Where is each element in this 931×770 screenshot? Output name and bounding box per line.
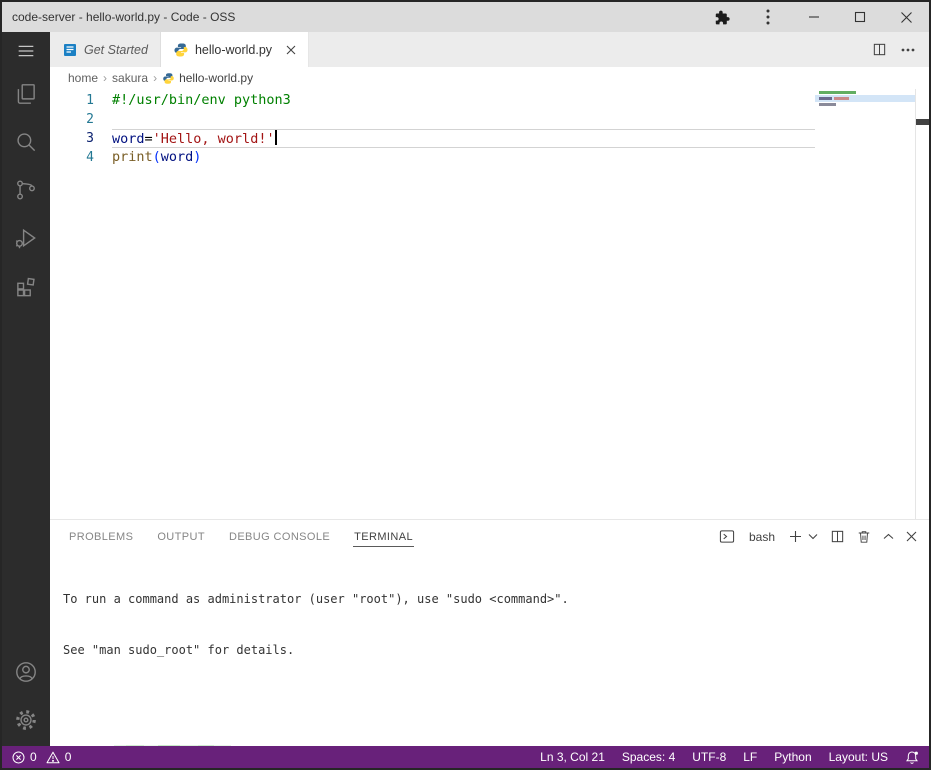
cursor-position-status[interactable]: Ln 3, Col 21 [540, 750, 605, 764]
code-line-3-current: word='Hello, world!' [112, 129, 815, 148]
code-line-4: print(word) [112, 148, 815, 167]
editor-scrollbar[interactable] [915, 89, 929, 519]
close-panel-icon[interactable] [906, 531, 917, 542]
more-dots-icon[interactable] [745, 2, 791, 32]
breadcrumb-home[interactable]: home [68, 71, 98, 85]
app-window: code-server - hello-world.py - Code - OS… [0, 0, 931, 770]
eol-status[interactable]: LF [743, 750, 757, 764]
editor[interactable]: 1 2 3 4 #!/usr/bin/env python3 word='Hel… [50, 89, 929, 519]
code-line-1: #!/usr/bin/env python3 [112, 91, 815, 110]
titlebar: code-server - hello-world.py - Code - OS… [2, 2, 929, 32]
tab-hello-world[interactable]: hello-world.py [161, 32, 309, 67]
window-title: code-server - hello-world.py - Code - OS… [2, 10, 235, 24]
minimize-button[interactable] [791, 2, 837, 32]
error-icon [12, 751, 25, 764]
minimap-line4-mark [819, 103, 836, 106]
files-icon[interactable] [2, 70, 50, 118]
python-icon [173, 42, 189, 58]
settings-gear-icon[interactable] [2, 696, 50, 744]
panel-header: PROBLEMS OUTPUT DEBUG CONSOLE TERMINAL b… [50, 520, 929, 553]
line-number: 4 [50, 148, 94, 167]
split-terminal-icon[interactable] [830, 529, 845, 544]
text-cursor [275, 130, 277, 145]
kill-terminal-trash-icon[interactable] [857, 529, 871, 544]
close-button[interactable] [883, 2, 929, 32]
encoding-status[interactable]: UTF-8 [692, 750, 726, 764]
minimap-line3-mark [819, 97, 832, 100]
menu-icon[interactable] [2, 32, 50, 70]
status-bar: 0 0 Ln 3, Col 21 Spaces: 4 UTF-8 LF Pyth… [2, 746, 929, 768]
puzzle-icon[interactable] [699, 2, 745, 32]
source-control-icon[interactable] [2, 166, 50, 214]
editor-more-actions-icon[interactable] [901, 48, 915, 52]
account-icon[interactable] [2, 648, 50, 696]
minimap[interactable] [815, 89, 915, 519]
tab-bar: Get Started hello-world.py [50, 32, 929, 67]
breadcrumb-sakura[interactable]: sakura [112, 71, 148, 85]
extensions-icon[interactable] [2, 262, 50, 310]
overview-ruler-cursor-marker [916, 119, 929, 125]
line-number-active: 3 [50, 129, 94, 148]
search-icon[interactable] [2, 118, 50, 166]
code-line-2 [112, 110, 815, 129]
bell-icon[interactable] [905, 750, 919, 765]
panel-tab-debug-console[interactable]: DEBUG CONSOLE [228, 526, 331, 547]
tab-get-started[interactable]: Get Started [50, 32, 161, 67]
chevron-right-icon: › [103, 71, 107, 85]
terminal-shell-label[interactable]: bash [749, 530, 775, 544]
warning-icon [46, 751, 60, 764]
tab-label: hello-world.py [195, 43, 272, 57]
terminal-box-icon[interactable] [719, 529, 735, 544]
titlebar-controls [699, 2, 929, 32]
terminal-line: See "man sudo_root" for details. [63, 642, 929, 659]
minimap-line3-string-mark [834, 97, 849, 100]
terminal-blank-line [63, 693, 929, 710]
chevron-right-icon: › [153, 71, 157, 85]
panel-tab-problems[interactable]: PROBLEMS [68, 526, 134, 547]
python-icon [162, 72, 175, 85]
maximize-button[interactable] [837, 2, 883, 32]
panel-tab-output[interactable]: OUTPUT [156, 526, 206, 547]
minimap-line-comment [819, 91, 856, 94]
terminal-line: To run a command as administrator (user … [63, 591, 929, 608]
run-debug-icon[interactable] [2, 214, 50, 262]
bottom-panel: PROBLEMS OUTPUT DEBUG CONSOLE TERMINAL b… [50, 519, 929, 746]
tab-close-icon[interactable] [286, 45, 296, 55]
panel-tab-terminal[interactable]: TERMINAL [353, 526, 414, 547]
terminal-output[interactable]: To run a command as administrator (user … [50, 553, 929, 746]
problems-status[interactable]: 0 0 [12, 750, 75, 764]
breadcrumb-file[interactable]: hello-world.py [162, 71, 253, 85]
book-icon [62, 42, 78, 58]
language-mode-status[interactable]: Python [774, 750, 811, 764]
activity-bar [2, 32, 50, 746]
breadcrumb: home › sakura › hello-world.py [50, 67, 929, 89]
terminal-picker-chevron-down-icon[interactable] [808, 533, 818, 540]
maximize-panel-chevron-up-icon[interactable] [883, 533, 894, 540]
line-number: 1 [50, 91, 94, 110]
split-editor-icon[interactable] [872, 42, 887, 57]
indentation-status[interactable]: Spaces: 4 [622, 750, 675, 764]
keyboard-layout-status[interactable]: Layout: US [829, 750, 888, 764]
editor-gutter: 1 2 3 4 [50, 89, 112, 519]
tab-label: Get Started [84, 43, 148, 57]
line-number: 2 [50, 110, 94, 129]
new-terminal-plus-icon[interactable] [789, 530, 802, 543]
code-area[interactable]: #!/usr/bin/env python3 word='Hello, worl… [112, 89, 815, 519]
